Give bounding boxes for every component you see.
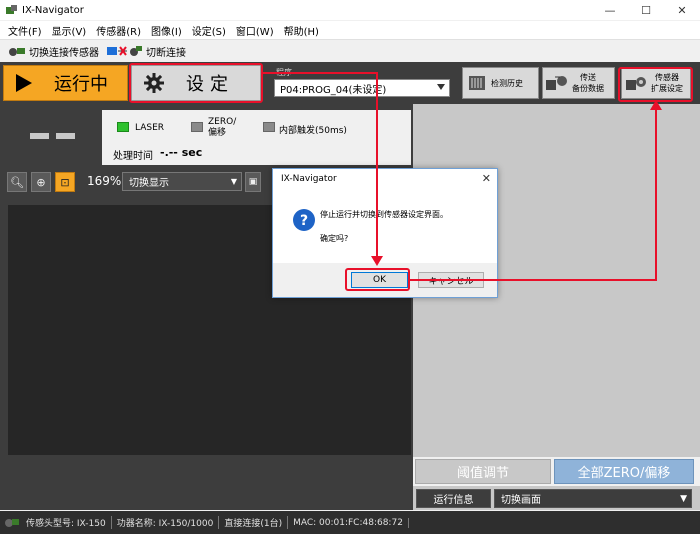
annotation-arrows — [263, 72, 662, 281]
